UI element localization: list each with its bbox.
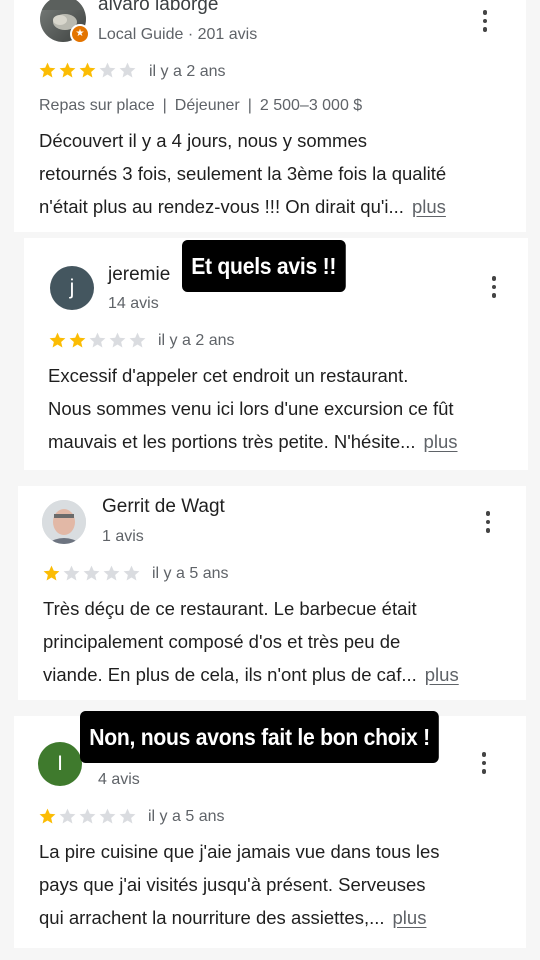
star-filled-icon bbox=[79, 62, 96, 78]
review-text-line: mauvais et les portions très petite. N'h… bbox=[48, 431, 416, 452]
rating-stars bbox=[38, 807, 137, 826]
local-guide-badge-icon: ★ bbox=[70, 24, 90, 44]
star-empty-icon bbox=[109, 332, 126, 348]
star-filled-icon bbox=[39, 808, 56, 824]
reviewer-name[interactable]: Gerrit de Wagt bbox=[102, 496, 225, 518]
star-empty-icon bbox=[83, 565, 100, 581]
star-empty-icon bbox=[123, 565, 140, 581]
review-text-line: La pire cuisine que j'aie jamais vue dan… bbox=[39, 841, 440, 862]
star-filled-icon bbox=[43, 565, 60, 581]
read-more-link[interactable]: plus bbox=[425, 664, 459, 685]
star-empty-icon bbox=[119, 62, 136, 78]
review-text: Très déçu de ce restaurant. Le barbecue … bbox=[43, 592, 459, 691]
star-filled-icon bbox=[49, 332, 66, 348]
profile-photo-icon bbox=[42, 500, 86, 544]
review-text-line: n'était plus au rendez-vous !!! On dirai… bbox=[39, 196, 404, 217]
tag-meal-type: Repas sur place bbox=[39, 97, 155, 114]
star-filled-icon bbox=[59, 62, 76, 78]
review-text-line: retournés 3 fois, seulement la 3ème fois… bbox=[39, 163, 447, 184]
tag-price: 2 500–3 000 $ bbox=[259, 97, 363, 114]
star-empty-icon bbox=[79, 808, 96, 824]
reviewer-name[interactable]: jeremie bbox=[108, 264, 170, 286]
read-more-link[interactable]: plus bbox=[424, 431, 458, 452]
more-options-icon[interactable] bbox=[482, 272, 506, 302]
star-empty-icon bbox=[129, 332, 146, 348]
review-text-line: pays que j'ai visités jusqu'à présent. S… bbox=[39, 874, 426, 895]
review-card-1: ★ alvaro laborge Local Guide · 201 avis … bbox=[14, 0, 526, 232]
star-empty-icon bbox=[59, 808, 76, 824]
review-text-line: Découvert il y a 4 jours, nous y sommes bbox=[39, 130, 367, 151]
review-text-line: Excessif d'appeler cet endroit un restau… bbox=[48, 365, 409, 386]
avatar-letter: j bbox=[69, 276, 75, 299]
star-empty-icon bbox=[63, 565, 80, 581]
read-more-link[interactable]: plus bbox=[412, 196, 446, 217]
read-more-link[interactable]: plus bbox=[393, 907, 427, 928]
caption-overlay-1: Et quels avis !! bbox=[182, 240, 346, 292]
star-empty-icon bbox=[99, 808, 116, 824]
review-text-line: viande. En plus de cela, ils n'ont plus … bbox=[43, 664, 417, 685]
avatar-letter: I bbox=[57, 752, 63, 775]
reviewer-meta: 1 avis bbox=[102, 528, 144, 545]
review-tags: Repas sur place | Déjeuner | 2 500–3 000 $ bbox=[39, 97, 363, 114]
caption-overlay-2: Non, nous avons fait le bon choix ! bbox=[80, 711, 440, 763]
more-options-icon[interactable] bbox=[473, 6, 497, 36]
reviewer-name[interactable]: alvaro laborge bbox=[98, 0, 218, 16]
review-date: il y a 5 ans bbox=[148, 808, 225, 825]
reviewer-meta: Local Guide · 201 avis bbox=[98, 26, 258, 43]
review-text-line: Très déçu de ce restaurant. Le barbecue … bbox=[43, 598, 417, 619]
rating-stars bbox=[38, 61, 137, 80]
star-empty-icon bbox=[89, 332, 106, 348]
star-empty-icon bbox=[103, 565, 120, 581]
review-text-line: Nous sommes venu ici lors d'une excursio… bbox=[48, 398, 454, 419]
review-text: La pire cuisine que j'aie jamais vue dan… bbox=[39, 835, 440, 934]
review-text-line: principalement composé d'os et très peu … bbox=[43, 631, 401, 652]
review-date: il y a 5 ans bbox=[152, 565, 229, 582]
reviewer-meta: 4 avis bbox=[98, 771, 140, 788]
more-options-icon[interactable] bbox=[476, 507, 500, 537]
review-text: Excessif d'appeler cet endroit un restau… bbox=[48, 359, 458, 458]
star-filled-icon bbox=[39, 62, 56, 78]
review-text: Découvert il y a 4 jours, nous y sommes … bbox=[39, 124, 446, 223]
review-date: il y a 2 ans bbox=[149, 63, 226, 80]
reviewer-avatar[interactable]: j bbox=[50, 266, 94, 310]
more-options-icon[interactable] bbox=[472, 748, 496, 778]
star-empty-icon bbox=[119, 808, 136, 824]
reviewer-avatar-photo[interactable] bbox=[42, 500, 86, 544]
star-filled-icon bbox=[69, 332, 86, 348]
rating-stars bbox=[42, 564, 141, 583]
star-empty-icon bbox=[99, 62, 116, 78]
review-text-line: qui arrachent la nourriture des assiette… bbox=[39, 907, 385, 928]
tag-meal-time: Déjeuner bbox=[174, 97, 240, 114]
review-card-3: Gerrit de Wagt 1 avis il y a 5 ans Très … bbox=[18, 486, 526, 700]
reviewer-meta: 14 avis bbox=[108, 295, 159, 312]
review-date: il y a 2 ans bbox=[158, 332, 235, 349]
reviewer-avatar[interactable]: I bbox=[38, 742, 82, 786]
rating-stars bbox=[48, 331, 147, 350]
